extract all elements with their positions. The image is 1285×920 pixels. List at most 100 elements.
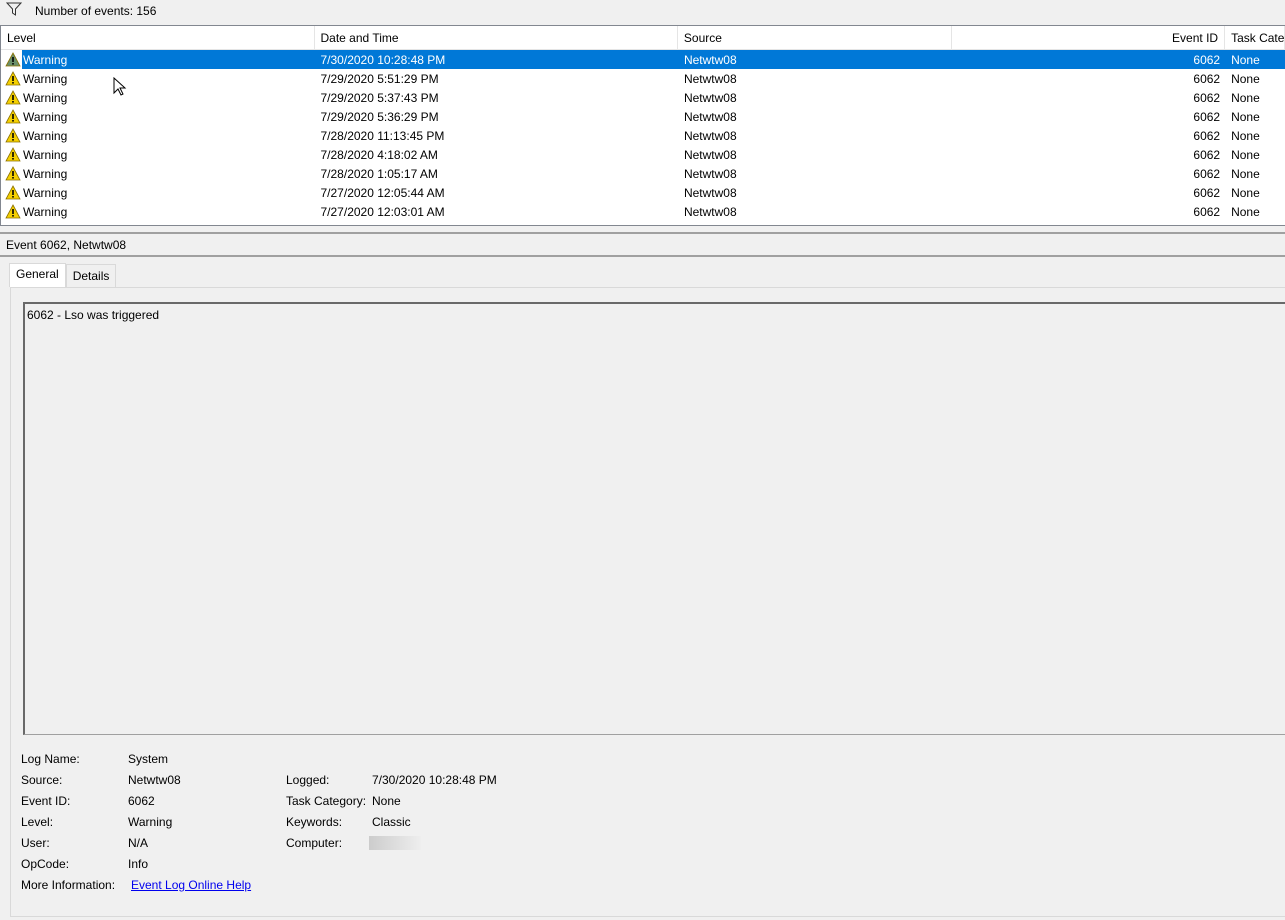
value-computer-redacted [369,836,421,850]
datetime-cell: 7/29/2020 5:36:29 PM [320,109,439,124]
source-cell: Netwtw08 [683,52,737,67]
filter-icon[interactable] [6,2,22,16]
task-category-cell: None [1231,52,1260,67]
datetime-cell: 7/27/2020 12:05:44 AM [320,185,445,200]
value-user: N/A [128,836,149,850]
datetime-cell: 7/29/2020 5:51:29 PM [320,71,439,86]
level-cell: Warning [1,204,315,219]
table-row[interactable]: Warning 7/29/2020 5:36:29 PM Netwtw08 60… [1,107,1285,126]
label-log-name: Log Name: [21,752,80,766]
level-text: Warning [23,52,68,67]
datetime-cell: 7/27/2020 12:03:01 AM [320,204,445,219]
datetime-cell: 7/28/2020 1:05:17 AM [320,166,438,181]
datetime-cell: 7/28/2020 11:13:45 PM [320,128,445,143]
value-level: Warning [128,815,173,829]
label-computer: Computer: [286,836,343,850]
event-id-cell: 6062 [1193,185,1221,200]
mouse-cursor-icon [113,77,127,96]
pane-splitter[interactable] [0,232,1285,234]
warning-icon [5,128,21,143]
level-text: Warning [23,204,68,219]
column-task-category[interactable]: Task Categ [1225,26,1285,49]
datetime-cell: 7/29/2020 5:37:43 PM [320,90,439,105]
table-row[interactable]: Warning 7/29/2020 5:51:29 PM Netwtw08 60… [1,69,1285,88]
event-id-cell: 6062 [1193,52,1221,67]
toolbar: Number of events: 156 [0,0,1285,24]
level-cell: Warning [1,71,315,86]
level-text: Warning [23,71,68,86]
task-category-cell: None [1231,90,1260,105]
event-id-cell: 6062 [1193,128,1221,143]
event-title: Event 6062, Netwtw08 [6,238,127,252]
level-text: Warning [23,128,68,143]
warning-icon [5,52,21,67]
event-description[interactable]: 6062 - Lso was triggered [23,302,1285,735]
level-cell: Warning [1,109,315,124]
source-cell: Netwtw08 [683,185,737,200]
source-cell: Netwtw08 [683,147,737,162]
divider [0,255,1285,257]
events-table[interactable]: Level Date and Time Source Event ID Task… [0,25,1285,226]
table-row[interactable]: Warning 7/29/2020 5:37:43 PM Netwtw08 60… [1,88,1285,107]
source-cell: Netwtw08 [683,90,737,105]
source-cell: Netwtw08 [683,166,737,181]
table-row[interactable]: Warning 7/27/2020 12:05:44 AM Netwtw08 6… [1,183,1285,202]
task-category-cell: None [1231,204,1260,219]
label-opcode: OpCode: [21,857,70,871]
value-source: Netwtw08 [128,773,181,787]
value-opcode: Info [128,857,149,871]
datetime-cell: 7/30/2020 10:28:48 PM [320,52,446,67]
value-task-category: None [372,794,401,808]
value-keywords: Classic [372,815,411,829]
warning-icon [5,204,21,219]
task-category-cell: None [1231,147,1260,162]
table-row[interactable]: Warning 7/28/2020 1:05:17 AM Netwtw08 60… [1,164,1285,183]
datetime-cell: 7/28/2020 4:18:02 AM [320,147,438,162]
label-logged: Logged: [286,773,330,787]
table-row[interactable]: Warning 7/28/2020 11:13:45 PM Netwtw08 6… [1,126,1285,145]
level-text: Warning [23,90,68,105]
task-category-cell: None [1231,166,1260,181]
warning-icon [5,166,21,181]
level-text: Warning [23,166,68,181]
source-cell: Netwtw08 [683,109,737,124]
column-source[interactable]: Source [678,26,952,49]
value-logged: 7/30/2020 10:28:48 PM [372,773,497,787]
task-category-cell: None [1231,71,1260,86]
level-cell: Warning [1,52,315,67]
level-cell: Warning [1,90,315,105]
level-cell: Warning [1,185,315,200]
detail-tabs: General Details [9,263,117,287]
value-event-id: 6062 [128,794,155,808]
warning-icon [5,147,21,162]
level-cell: Warning [1,128,315,143]
column-level[interactable]: Level [1,26,315,49]
event-count: Number of events: 156 [35,4,157,18]
online-help-link[interactable]: Event Log Online Help [131,878,251,892]
tab-general[interactable]: General [9,263,66,287]
source-cell: Netwtw08 [683,128,737,143]
warning-icon [5,109,21,124]
column-date-time[interactable]: Date and Time [315,26,678,49]
table-row[interactable]: Warning 7/30/2020 10:28:48 PM Netwtw08 6… [1,50,1285,69]
task-category-cell: None [1231,109,1260,124]
table-row[interactable]: Warning 7/28/2020 4:18:02 AM Netwtw08 60… [1,145,1285,164]
level-text: Warning [23,147,68,162]
event-id-cell: 6062 [1193,71,1221,86]
warning-icon [5,90,21,105]
level-text: Warning [23,109,68,124]
table-row[interactable]: Warning 7/27/2020 12:03:01 AM Netwtw08 6… [1,202,1285,221]
label-level: Level: [21,815,54,829]
tab-details[interactable]: Details [65,264,117,287]
warning-icon [5,185,21,200]
level-cell: Warning [1,166,315,181]
level-text: Warning [23,185,68,200]
task-category-cell: None [1231,185,1260,200]
column-event-id[interactable]: Event ID [952,26,1226,49]
event-id-cell: 6062 [1193,166,1221,181]
value-log-name: System [128,752,169,766]
label-source: Source: [21,773,63,787]
event-id-cell: 6062 [1193,109,1221,124]
event-id-cell: 6062 [1193,147,1221,162]
table-header: Level Date and Time Source Event ID Task… [1,26,1285,50]
